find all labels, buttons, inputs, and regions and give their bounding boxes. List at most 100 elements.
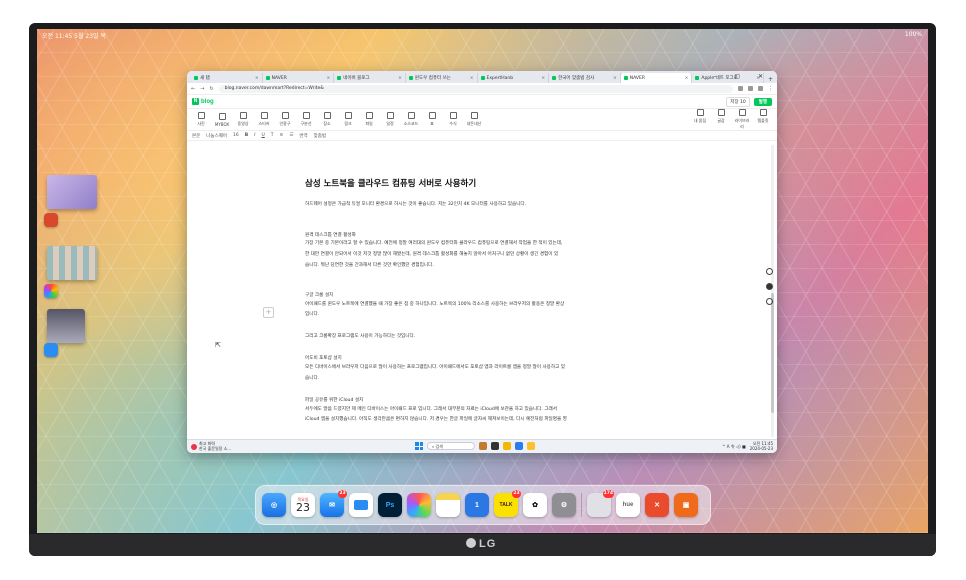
files-icon[interactable]	[349, 493, 373, 517]
publish-button[interactable]: 발행	[753, 97, 772, 106]
paragraph-style-select[interactable]: 본문	[192, 133, 200, 139]
font-select[interactable]: 나눔스퀘어	[206, 133, 227, 139]
post-title[interactable]: 삼성 노트북을 클라우드 컴퓨팅 서버로 사용하기	[305, 177, 476, 189]
bold-icon[interactable]: B	[245, 133, 248, 138]
compass-icon[interactable]	[766, 283, 773, 290]
taskbar-clock[interactable]: 오전 11:45 2024-05-23	[750, 441, 773, 451]
tool-code[interactable]: 소스코드	[402, 112, 420, 127]
url-input[interactable]: blog.naver.com/dawnmart?Redirect=Write&	[218, 84, 733, 93]
reload-icon[interactable]: ↻	[209, 86, 213, 92]
settings-icon[interactable]: ⚙	[552, 493, 576, 517]
close-icon[interactable]: ×	[326, 76, 330, 81]
layout-icon[interactable]	[766, 298, 773, 305]
taskbar-app-icon[interactable]	[491, 442, 499, 450]
paragraph[interactable]: 그리고 크롬확장 프로그램도 사용이 가능하다는 것입니다.	[305, 333, 645, 341]
tab-2[interactable]: 네이버 블로그 ×	[334, 73, 406, 83]
taskbar-app-icon[interactable]	[479, 442, 487, 450]
tab-3[interactable]: 윈도우 컴퓨터 쓰는 ×	[406, 73, 478, 83]
tab-0[interactable]: 새 탭 ×	[191, 73, 263, 83]
chatgpt-icon[interactable]: ✿	[523, 493, 547, 517]
tool-my-body[interactable]: 내 몸짐	[691, 109, 709, 130]
save-button[interactable]: 저장 10	[726, 96, 750, 107]
safari-icon[interactable]: ◎	[262, 493, 286, 517]
back-icon[interactable]: ←	[191, 86, 195, 92]
remote-desktop-icon[interactable]: ✕	[645, 493, 669, 517]
tool-formula[interactable]: 수식	[444, 112, 462, 127]
section-heading[interactable]: 파일 공유를 위한 iCloud 설치	[305, 397, 645, 405]
tool-template[interactable]: 템플릿	[754, 109, 772, 130]
font-size-select[interactable]: 16	[233, 133, 239, 138]
italic-icon[interactable]: I	[254, 133, 255, 138]
strike-icon[interactable]: T	[271, 133, 274, 138]
spellcheck-button[interactable]: 맞춤법	[314, 133, 326, 139]
tool-sticker[interactable]: 스티커	[255, 112, 273, 127]
paragraph[interactable]: 입니다.	[305, 311, 645, 319]
tool-mybox[interactable]: MYBOX	[213, 112, 231, 127]
stage-manager-window-1[interactable]	[47, 175, 97, 209]
app-folder-icon[interactable]: 174	[587, 490, 614, 517]
window-controls[interactable]: – ▢ ✕	[713, 73, 771, 80]
close-icon[interactable]: ×	[685, 76, 689, 81]
tool-place[interactable]: 장소	[318, 112, 336, 127]
kakaotalk-icon[interactable]	[527, 442, 535, 450]
kakaotalk-icon[interactable]: TALK 23	[494, 490, 521, 517]
close-icon[interactable]: ×	[255, 76, 259, 81]
paragraph[interactable]: iCloud 앱을 설치했습니다. 아직도 생각만큼은 편하지 않습니다. 저 …	[305, 416, 645, 424]
photoshop-icon[interactable]: Ps	[378, 493, 402, 517]
paragraph[interactable]: 모든 디바이스에서 브라우저 다음으로 많이 사용하는 프로그램입니다. 아이패…	[305, 364, 645, 372]
close-icon[interactable]: ×	[398, 76, 402, 81]
windows-start-icon[interactable]	[415, 442, 423, 450]
folder-icon[interactable]	[503, 442, 511, 450]
tool-video[interactable]: 동영상	[234, 112, 252, 127]
document-body[interactable]: 삼성 노트북을 클라우드 컴퓨팅 서버로 사용하기 하드웨어 설정은 가급적 듀…	[305, 143, 657, 439]
weather-widget[interactable]: 최고 화력 한국 출문일정 소...	[191, 441, 231, 451]
taskbar-search-input[interactable]: ⌕ 검색	[427, 442, 475, 450]
scrollbar-thumb[interactable]	[771, 293, 774, 413]
tool-library[interactable]: 라이브러리	[733, 109, 751, 130]
menu-icon[interactable]: ⋮	[768, 86, 773, 92]
calendar-icon[interactable]: 목요일 23	[291, 493, 315, 517]
mail-icon[interactable]: ✉ 23	[320, 490, 347, 517]
tool-file[interactable]: 파일	[360, 112, 378, 127]
extension-icon[interactable]	[758, 86, 763, 91]
tab-1[interactable]: NAVER ×	[263, 73, 335, 83]
tool-divider[interactable]: 구분선	[297, 112, 315, 127]
tool-material[interactable]: 글감	[712, 109, 730, 130]
notes-icon[interactable]	[436, 493, 460, 517]
paragraph[interactable]: 습니다.	[305, 375, 645, 383]
tab-5[interactable]: 한국어 맞춤법 검사 ×	[549, 73, 621, 83]
paragraph[interactable]: 하드웨어 설정은 가급적 듀얼 모니터 환경으로 하시는 것이 좋습니다. 저는…	[305, 201, 645, 209]
underline-icon[interactable]: U	[261, 133, 264, 138]
section-heading[interactable]: 원격 데스크톱 연결 활성화	[305, 232, 645, 240]
hue-icon[interactable]: hue	[616, 493, 640, 517]
shopping-icon[interactable]: ▣	[674, 493, 698, 517]
tool-link[interactable]: 링크	[339, 112, 357, 127]
paragraph[interactable]: 한 대만 연결이 안되어서 이것 저것 정말 많이 해봤는데, 원격 데스크톱 …	[305, 251, 645, 259]
tool-schedule[interactable]: 일정	[381, 112, 399, 127]
tool-quote[interactable]: 인용구	[276, 112, 294, 127]
tab-4[interactable]: ExpertHanb ×	[478, 73, 550, 83]
section-heading[interactable]: 구글 크롬 설치	[305, 292, 645, 300]
chrome-icon[interactable]	[515, 442, 523, 450]
naver-blog-logo[interactable]: N blog	[192, 98, 214, 105]
section-heading[interactable]: 어도비 포토샵 설치	[305, 355, 645, 363]
tool-table[interactable]: 표	[423, 112, 441, 127]
stage-manager-window-3[interactable]	[47, 309, 85, 343]
tab-6[interactable]: NAVER ×	[620, 73, 693, 83]
tool-review[interactable]: 내돈내산	[465, 112, 483, 127]
extension-icon[interactable]	[738, 86, 743, 91]
align-icon[interactable]: ≡	[280, 133, 284, 138]
add-block-button[interactable]: +	[263, 307, 274, 318]
zoom-icon[interactable]	[766, 268, 773, 275]
paragraph[interactable]: 서두에도 말씀 드렸지만 제 메인 디바이스는 아이패드 프로 입니다. 그래서…	[305, 406, 645, 414]
photos-icon[interactable]	[407, 493, 431, 517]
stage-manager-window-2[interactable]	[47, 246, 97, 280]
close-icon[interactable]: ×	[541, 76, 545, 81]
paragraph[interactable]: 습니다. 뭐난 당연한 것을 간과해서 다른 것만 확인했던 경험입니다.	[305, 262, 645, 270]
forward-icon[interactable]: →	[200, 86, 204, 92]
extension-icon[interactable]	[748, 86, 753, 91]
tray-icons[interactable]: ^ A 令 ◁) ■	[722, 444, 746, 450]
paragraph[interactable]: 가장 기본 중 기본이라고 할 수 있습니다. 예전에 정말 여러대의 윈도우 …	[305, 240, 645, 248]
paragraph[interactable]: 아이패드를 윈도우 노트북에 연결했을 때 가장 좋은 점 중 하나입니다. 노…	[305, 301, 645, 309]
close-icon[interactable]: ×	[470, 76, 474, 81]
